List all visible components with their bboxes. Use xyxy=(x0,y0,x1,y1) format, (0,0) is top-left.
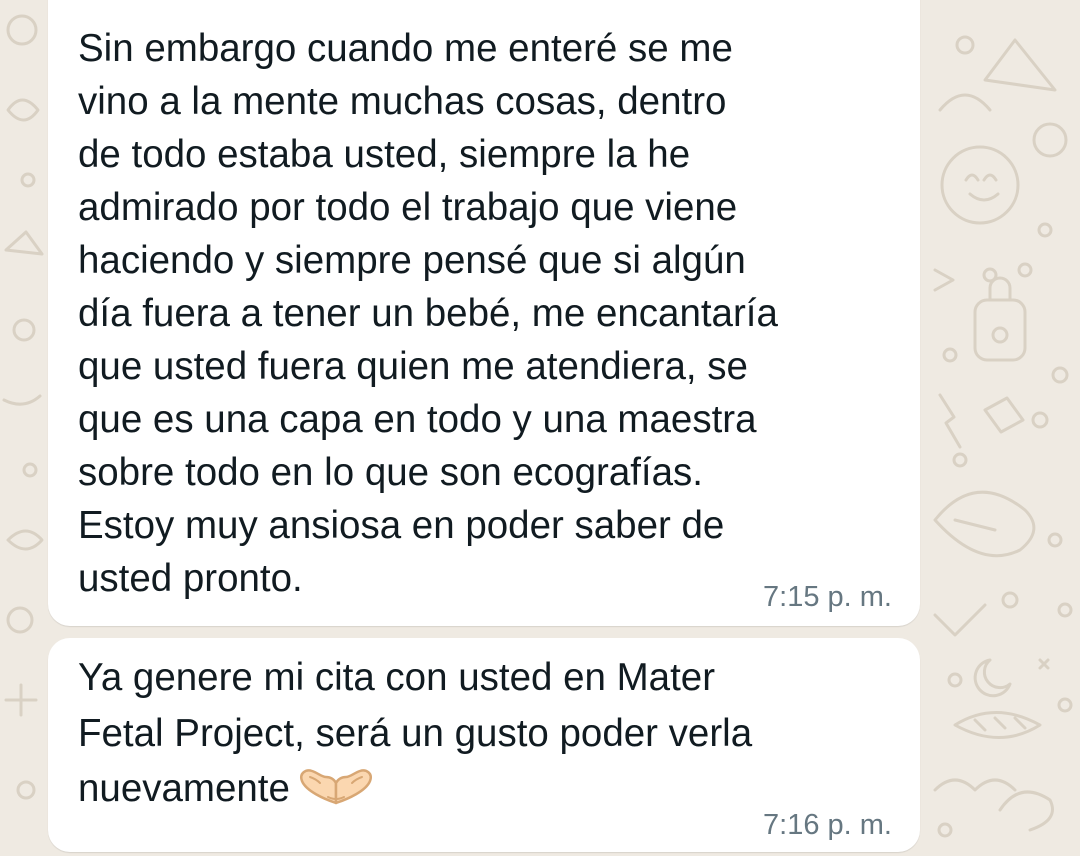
message-bubble-incoming[interactable]: Ya genere mi cita con usted en Mater Fet… xyxy=(48,638,920,852)
message-text-content: Ya genere mi cita con usted en Mater Fet… xyxy=(78,656,753,810)
message-text: Ya genere mi cita con usted en Mater Fet… xyxy=(78,650,894,823)
message-bubble-incoming[interactable]: Sin embargo cuando me enteré se me vino … xyxy=(48,0,920,626)
message-timestamp: 7:16 p. m. xyxy=(763,809,892,841)
heart-hands-emoji-icon xyxy=(298,767,374,823)
message-text: Sin embargo cuando me enteré se me vino … xyxy=(78,27,778,600)
message-timestamp: 7:15 p. m. xyxy=(763,581,892,613)
